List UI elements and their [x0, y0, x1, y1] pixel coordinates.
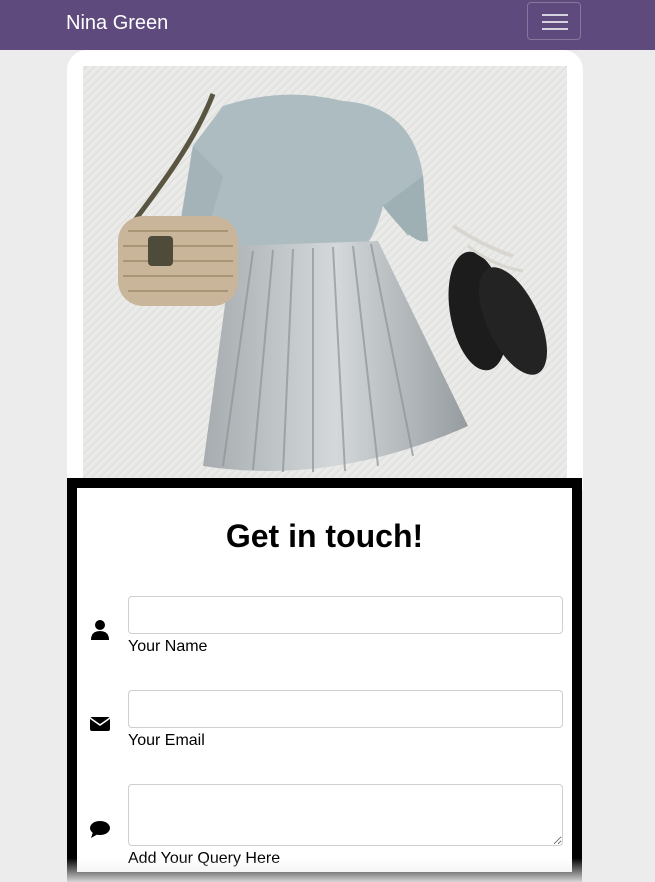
bottom-fade [0, 858, 655, 882]
user-icon [91, 620, 109, 640]
hamburger-menu-icon [542, 21, 568, 23]
query-textarea[interactable] [128, 784, 563, 846]
contact-heading: Get in touch! [225, 518, 424, 554]
email-label: Your Email [128, 732, 205, 749]
hamburger-menu-icon [542, 28, 568, 30]
hamburger-menu-icon [542, 14, 568, 16]
envelope-icon [89, 717, 111, 731]
comment-icon [90, 821, 110, 838]
brand-link[interactable]: Nina Green [66, 11, 168, 35]
navbar: Nina Green [0, 0, 655, 50]
hero-image [83, 66, 567, 478]
name-input[interactable] [128, 596, 563, 634]
contact-form: Get in touch! Your Name Your Email Add Y… [67, 478, 582, 882]
email-input[interactable] [128, 690, 563, 728]
name-label: Your Name [128, 638, 208, 655]
navbar-toggle-button[interactable] [527, 2, 581, 40]
